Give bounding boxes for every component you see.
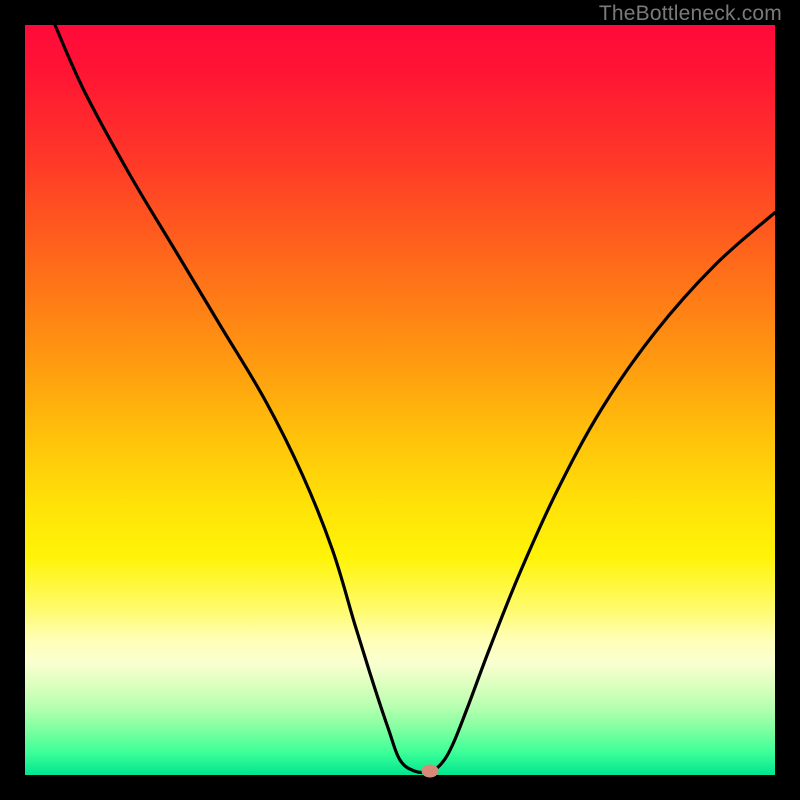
watermark-text: TheBottleneck.com	[599, 2, 782, 26]
plot-area	[25, 25, 775, 775]
optimal-point-marker	[422, 765, 439, 778]
curve-svg	[25, 25, 775, 775]
bottleneck-curve-path	[55, 25, 775, 773]
chart-frame: TheBottleneck.com	[0, 0, 800, 800]
